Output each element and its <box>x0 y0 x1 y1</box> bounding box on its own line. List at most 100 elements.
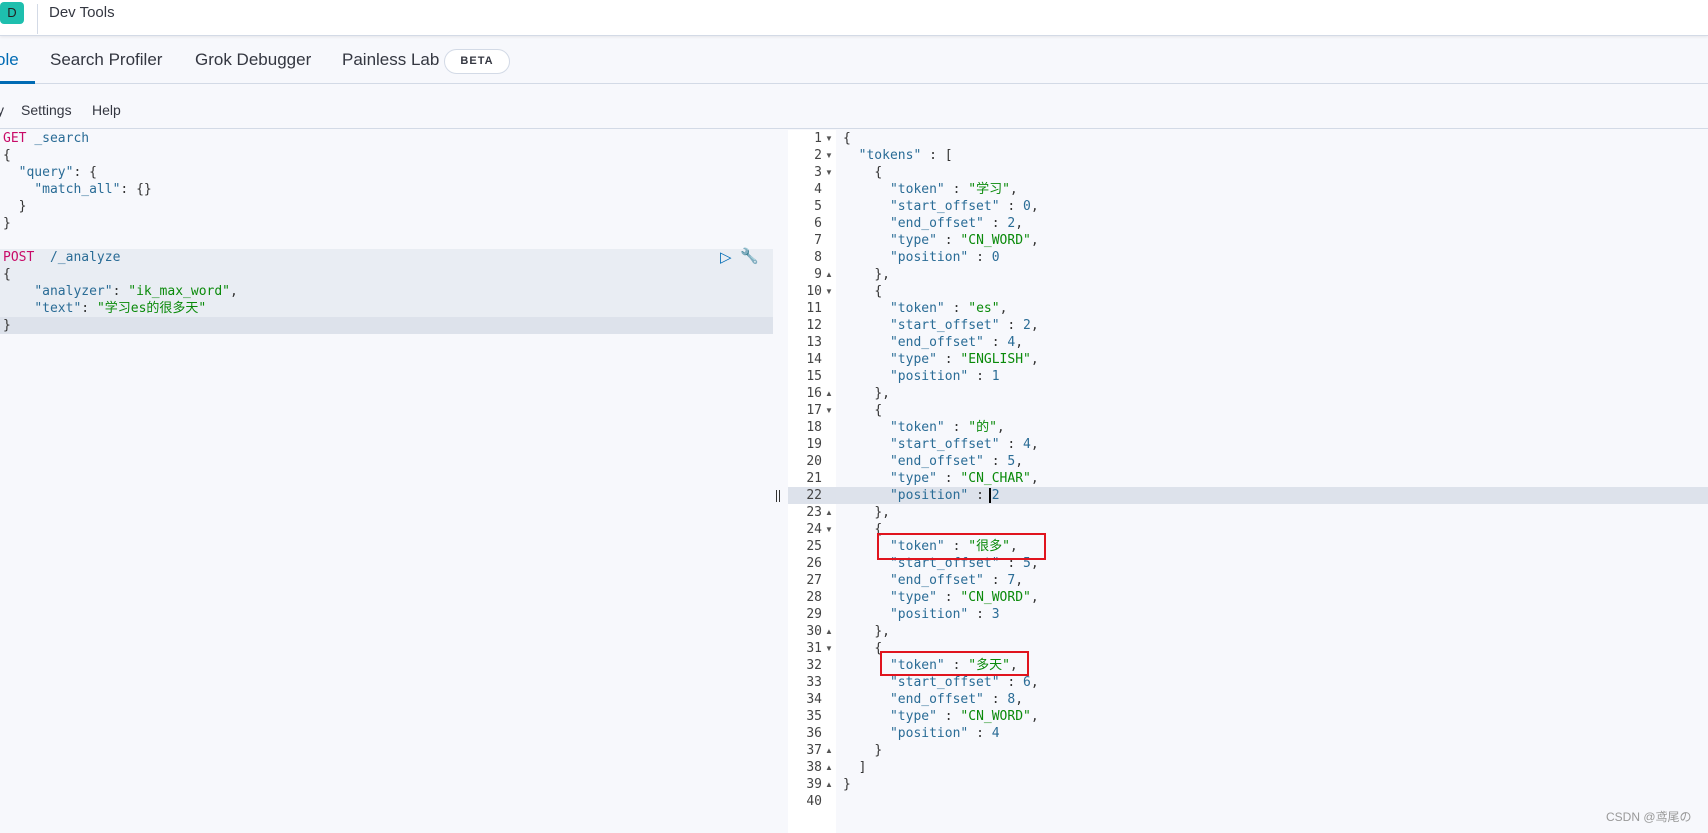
play-icon[interactable]: ▷ <box>720 248 732 266</box>
unfold-icon[interactable]: ▲ <box>825 776 833 793</box>
divider <box>37 4 38 34</box>
wrench-icon[interactable]: 🔧 <box>740 247 759 265</box>
line-number: 25 <box>806 539 822 554</box>
line-number: 31 <box>806 641 822 656</box>
line-number: 4 <box>814 182 822 197</box>
line-number: 1 <box>814 131 822 146</box>
history-link[interactable]: y <box>0 102 4 118</box>
code-line: "position" : 1 <box>889 369 1000 384</box>
code-line[interactable]: } <box>3 317 11 334</box>
line-number: 15 <box>806 369 822 384</box>
fold-icon[interactable]: ▼ <box>825 521 833 538</box>
code-line: } <box>843 777 851 792</box>
code-line[interactable]: POST /_analyze <box>3 249 120 266</box>
settings-link[interactable]: Settings <box>21 102 72 118</box>
code-line[interactable]: "text": "学习es的很多天" <box>3 300 206 317</box>
line-number: 26 <box>806 556 822 571</box>
code-line: "end_offset" : 4, <box>889 335 1024 350</box>
line-number: 14 <box>806 352 822 367</box>
code-line[interactable]: "query": { <box>3 164 97 181</box>
line-number: 9 <box>814 267 822 282</box>
code-line: "type" : "CN_CHAR", <box>889 471 1039 486</box>
code-line: "end_offset" : 7, <box>889 573 1024 588</box>
line-number: 22 <box>806 488 822 503</box>
code-line[interactable]: { <box>3 266 11 283</box>
line-number: 6 <box>814 216 822 231</box>
code-line: "start_offset" : 2, <box>889 318 1039 333</box>
line-number: 17 <box>806 403 822 418</box>
tab-console[interactable]: ole <box>0 50 19 70</box>
fold-icon[interactable]: ▼ <box>825 640 833 657</box>
code-line: } <box>874 743 883 758</box>
line-number: 40 <box>806 794 822 809</box>
code-line[interactable]: "match_all": {} <box>3 181 151 198</box>
line-number: 7 <box>814 233 822 248</box>
code-line: "start_offset" : 0, <box>889 199 1039 214</box>
tab-painless-lab[interactable]: Painless Lab <box>342 50 439 70</box>
console-toolbar: y Settings Help <box>0 85 1708 129</box>
code-line[interactable]: { <box>3 147 11 164</box>
code-line[interactable]: } <box>3 215 11 232</box>
code-line: "start_offset" : 6, <box>889 675 1039 690</box>
line-number: 23 <box>806 505 822 520</box>
unfold-icon[interactable]: ▲ <box>825 504 833 521</box>
code-line: "end_offset" : 2, <box>889 216 1024 231</box>
line-number: 2 <box>814 148 822 163</box>
code-line[interactable]: } <box>3 198 27 215</box>
line-number: 39 <box>806 777 822 792</box>
line-number: 10 <box>806 284 822 299</box>
response-editor: 1 ▼{2 ▼ "tokens" : [3 ▼ {4 "token" : "学习", 5… <box>788 130 1708 833</box>
unfold-icon[interactable]: ▲ <box>825 742 833 759</box>
line-number: 37 <box>806 743 822 758</box>
unfold-icon[interactable]: ▲ <box>825 759 833 776</box>
line-number: 19 <box>806 437 822 452</box>
fold-icon[interactable]: ▼ <box>825 402 833 419</box>
line-number: 27 <box>806 573 822 588</box>
code-line: { <box>874 165 883 180</box>
tab-search-profiler[interactable]: Search Profiler <box>50 50 162 70</box>
code-line: "type" : "CN_WORD", <box>889 709 1039 724</box>
line-number: 11 <box>806 301 822 316</box>
code-line[interactable]: "analyzer": "ik_max_word", <box>3 283 238 300</box>
line-number: 16 <box>806 386 822 401</box>
unfold-icon[interactable]: ▲ <box>825 385 833 402</box>
text-cursor <box>989 488 991 503</box>
code-line: "position" : 0 <box>889 250 1000 265</box>
unfold-icon[interactable]: ▲ <box>825 623 833 640</box>
line-number: 5 <box>814 199 822 214</box>
highlight-box <box>877 533 1046 560</box>
resize-handle[interactable] <box>776 490 780 502</box>
help-link[interactable]: Help <box>92 102 121 118</box>
line-number: 33 <box>806 675 822 690</box>
code-line[interactable]: GET _search <box>3 130 89 147</box>
highlight-box <box>880 651 1029 676</box>
fold-icon[interactable]: ▼ <box>825 147 833 164</box>
code-line: "position" : 3 <box>889 607 1000 622</box>
line-number: 35 <box>806 709 822 724</box>
line-number: 8 <box>814 250 822 265</box>
fold-icon[interactable]: ▼ <box>825 164 833 181</box>
code-line: "type" : "ENGLISH", <box>889 352 1039 367</box>
active-tab-indicator <box>0 81 35 84</box>
code-line: ] <box>858 760 867 775</box>
line-number: 36 <box>806 726 822 741</box>
tab-grok-debugger[interactable]: Grok Debugger <box>195 50 311 70</box>
code-line: "tokens" : [ <box>858 148 953 163</box>
code-line: }, <box>874 386 890 401</box>
watermark: CSDN @鸢尾の <box>1606 810 1692 824</box>
line-number: 28 <box>806 590 822 605</box>
space-avatar[interactable]: D <box>0 2 24 24</box>
tab-bar: ole Search Profiler Grok Debugger Painle… <box>0 37 1708 84</box>
line-number: 20 <box>806 454 822 469</box>
code-line: "token" : "的", <box>889 420 1005 435</box>
code-line: "type" : "CN_WORD", <box>889 233 1039 248</box>
fold-icon[interactable]: ▼ <box>825 283 833 300</box>
unfold-icon[interactable]: ▲ <box>825 266 833 283</box>
fold-icon[interactable]: ▼ <box>825 130 833 147</box>
code-line: "type" : "CN_WORD", <box>889 590 1039 605</box>
line-number: 32 <box>806 658 822 673</box>
code-line: { <box>874 284 883 299</box>
code-line: "token" : "es", <box>889 301 1008 316</box>
request-editor[interactable]: GET _search{ "query": { "match_all": {} … <box>0 130 773 833</box>
active-line-highlight <box>0 317 773 334</box>
